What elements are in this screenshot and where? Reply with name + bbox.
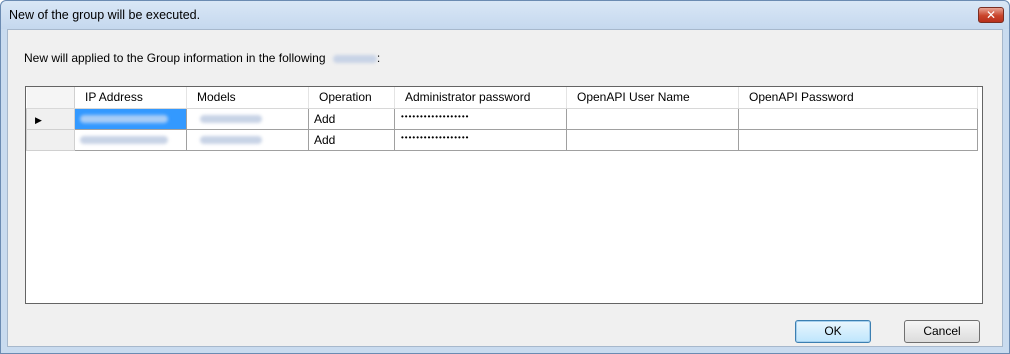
redacted-ip-address <box>80 115 168 124</box>
ok-button[interactable]: OK <box>795 320 871 343</box>
device-grid[interactable]: IP Address Models Operation Administrato… <box>25 86 983 304</box>
admin-password-mask: •••••••••••••••••• <box>400 133 469 143</box>
cell-openapi-password[interactable] <box>738 107 978 130</box>
row-header-corner <box>26 87 75 109</box>
current-row-arrow-icon: ▶ <box>35 115 42 126</box>
redacted-model <box>200 115 262 124</box>
column-header-openapi-user-name[interactable]: OpenAPI User Name <box>566 87 739 109</box>
cell-ip-address[interactable] <box>74 128 187 151</box>
column-header-openapi-password[interactable]: OpenAPI Password <box>738 87 978 109</box>
cell-admin-password[interactable]: •••••••••••••••••• <box>394 107 567 130</box>
row-header[interactable] <box>26 128 75 151</box>
table-row[interactable]: ▶ Add •••••••••••••••••• <box>26 107 978 130</box>
window-title: New of the group will be executed. <box>9 8 201 22</box>
message-text: New will applied to the Group informatio… <box>24 51 326 65</box>
cell-admin-password[interactable]: •••••••••••••••••• <box>394 128 567 151</box>
column-header-ip-address[interactable]: IP Address <box>74 87 187 109</box>
close-button[interactable]: ✕ <box>978 7 1004 23</box>
cell-ip-address[interactable] <box>74 107 187 130</box>
column-header-admin-password[interactable]: Administrator password <box>394 87 567 109</box>
redacted-model <box>200 136 262 145</box>
row-header[interactable]: ▶ <box>26 107 75 130</box>
title-bar[interactable]: New of the group will be executed. ✕ <box>1 1 1009 29</box>
admin-password-mask: •••••••••••••••••• <box>400 112 469 122</box>
cell-openapi-user-name[interactable] <box>566 128 739 151</box>
cell-operation[interactable]: Add <box>308 107 395 130</box>
redacted-ip-address <box>80 136 168 145</box>
cell-openapi-user-name[interactable] <box>566 107 739 130</box>
column-header-operation[interactable]: Operation <box>308 87 395 109</box>
column-header-models[interactable]: Models <box>186 87 309 109</box>
cell-operation[interactable]: Add <box>308 128 395 151</box>
header-row: IP Address Models Operation Administrato… <box>26 87 978 109</box>
confirmation-message: New will applied to the Group informatio… <box>24 51 380 65</box>
redacted-group-name <box>332 54 377 63</box>
cell-model[interactable] <box>186 107 309 130</box>
cancel-button[interactable]: Cancel <box>904 320 980 343</box>
message-colon: : <box>376 51 381 65</box>
table-row[interactable]: Add •••••••••••••••••• <box>26 128 978 151</box>
cell-openapi-password[interactable] <box>738 128 978 151</box>
device-table: IP Address Models Operation Administrato… <box>26 87 978 151</box>
close-icon: ✕ <box>985 8 997 22</box>
dialog-body: New will applied to the Group informatio… <box>7 29 1003 347</box>
cell-model[interactable] <box>186 128 309 151</box>
dialog-window: New of the group will be executed. ✕ New… <box>0 0 1010 354</box>
